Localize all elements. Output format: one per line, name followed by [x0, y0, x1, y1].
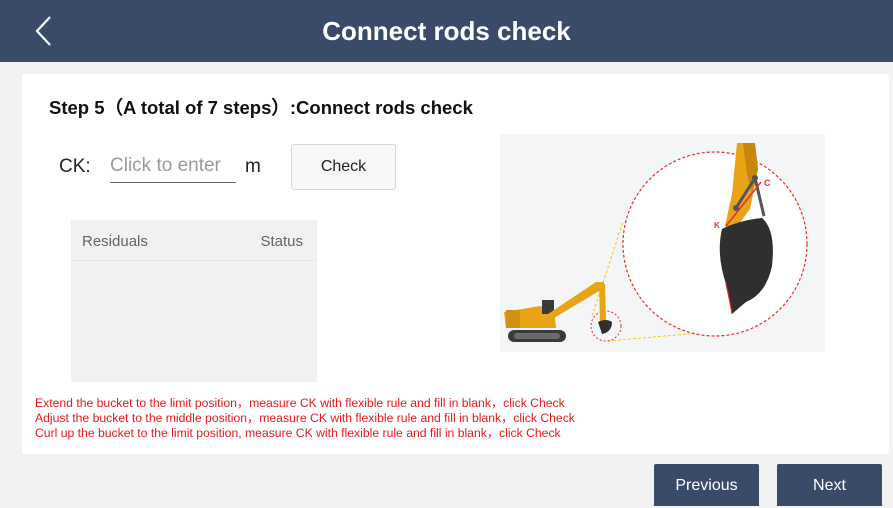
ck-label: CK:: [59, 156, 91, 177]
ck-input[interactable]: [110, 150, 236, 183]
excavator-track-inner: [514, 333, 560, 339]
previous-button[interactable]: Previous: [654, 464, 759, 506]
excavator-diagram: C K: [500, 134, 825, 352]
instruction-line: Adjust the bucket to the middle position…: [35, 411, 575, 425]
excavator-stick: [599, 284, 606, 322]
check-button[interactable]: Check: [291, 144, 396, 190]
joint-a: [733, 205, 739, 211]
ck-unit: m: [245, 156, 261, 177]
instruction-line: Extend the bucket to the limit position，…: [35, 396, 565, 410]
step-title: Step 5（A total of 7 steps）:Connect rods …: [49, 97, 473, 118]
app-header: Connect rods check: [0, 0, 893, 62]
zoom-circle: [622, 151, 808, 337]
residuals-table: Residuals Status: [71, 220, 317, 382]
column-header-status: Status: [260, 233, 303, 250]
excavator-counterweight: [506, 310, 520, 328]
point-k-label: K: [714, 221, 720, 230]
instruction-list: Extend the bucket to the limit position，…: [35, 396, 875, 441]
column-header-residuals: Residuals: [82, 233, 148, 250]
instruction-line: Curl up the bucket to the limit position…: [35, 426, 561, 440]
next-button[interactable]: Next: [777, 464, 882, 506]
joint-c: [752, 175, 758, 181]
table-header: Residuals Status: [71, 220, 317, 261]
page-title: Connect rods check: [322, 16, 571, 46]
point-c-label: C: [764, 178, 771, 188]
step-card: Step 5（A total of 7 steps）:Connect rods …: [22, 74, 889, 454]
